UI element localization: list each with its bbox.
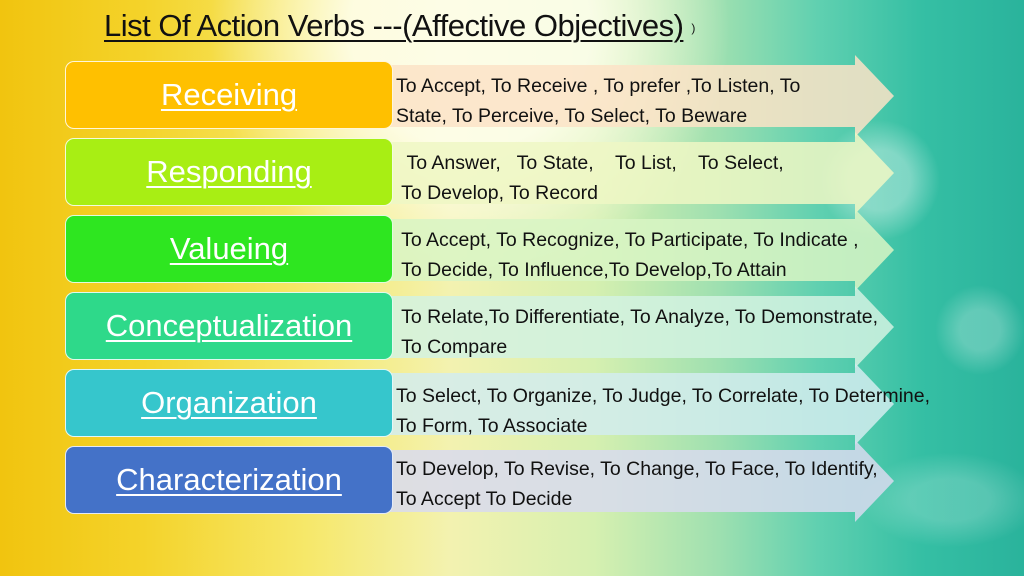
level-label-valueing[interactable]: Valueing [65, 215, 393, 283]
verbs-text-responding: To Answer, To State, To List, To Select,… [396, 148, 1021, 208]
slide-title-tail: ) [691, 20, 695, 35]
objective-row-characterization: Characterization To Develop, To Revise, … [0, 440, 1024, 522]
verbs-line-2: To Accept To Decide [396, 488, 573, 510]
level-label-receiving[interactable]: Receiving [65, 61, 393, 129]
verbs-line-2: To Develop, To Record [396, 182, 598, 204]
level-label-responding[interactable]: Responding [65, 138, 393, 206]
objective-row-receiving: Receiving To Accept, To Receive , To pre… [0, 55, 1024, 137]
level-label-conceptualization[interactable]: Conceptualization [65, 292, 393, 360]
level-label-characterization[interactable]: Characterization [65, 446, 393, 514]
verbs-text-organization: To Select, To Organize, To Judge, To Cor… [396, 381, 1021, 441]
verbs-line-2: State, To Perceive, To Select, To Beware [396, 105, 748, 127]
verbs-line-1: To Select, To Organize, To Judge, To Cor… [396, 385, 931, 407]
objective-row-conceptualization: Conceptualization To Relate,To Different… [0, 286, 1024, 368]
verbs-text-receiving: To Accept, To Receive , To prefer ,To Li… [396, 71, 1021, 131]
slide-title: List Of Action Verbs ---(Affective Objec… [104, 8, 695, 44]
objective-row-responding: Responding To Answer, To State, To List,… [0, 132, 1024, 214]
verbs-line-1: To Relate,To Differentiate, To Analyze, … [396, 306, 878, 328]
verbs-line-2: To Compare [396, 336, 508, 358]
verbs-line-1: To Develop, To Revise, To Change, To Fac… [396, 458, 878, 480]
verbs-line-2: To Decide, To Influence,To Develop,To At… [396, 259, 787, 281]
verbs-line-1: To Answer, To State, To List, To Select, [396, 152, 784, 174]
verbs-line-2: To Form, To Associate [396, 415, 588, 437]
verbs-text-valueing: To Accept, To Recognize, To Participate,… [396, 225, 1021, 285]
objective-row-valueing: Valueing To Accept, To Recognize, To Par… [0, 209, 1024, 291]
objective-row-organization: Organization To Select, To Organize, To … [0, 363, 1024, 445]
verbs-line-1: To Accept, To Recognize, To Participate,… [396, 229, 859, 251]
verbs-text-characterization: To Develop, To Revise, To Change, To Fac… [396, 454, 1021, 514]
verbs-line-1: To Accept, To Receive , To prefer ,To Li… [396, 75, 801, 97]
verbs-text-conceptualization: To Relate,To Differentiate, To Analyze, … [396, 302, 1021, 362]
slide-title-text: List Of Action Verbs ---(Affective Objec… [104, 8, 684, 43]
level-label-organization[interactable]: Organization [65, 369, 393, 437]
